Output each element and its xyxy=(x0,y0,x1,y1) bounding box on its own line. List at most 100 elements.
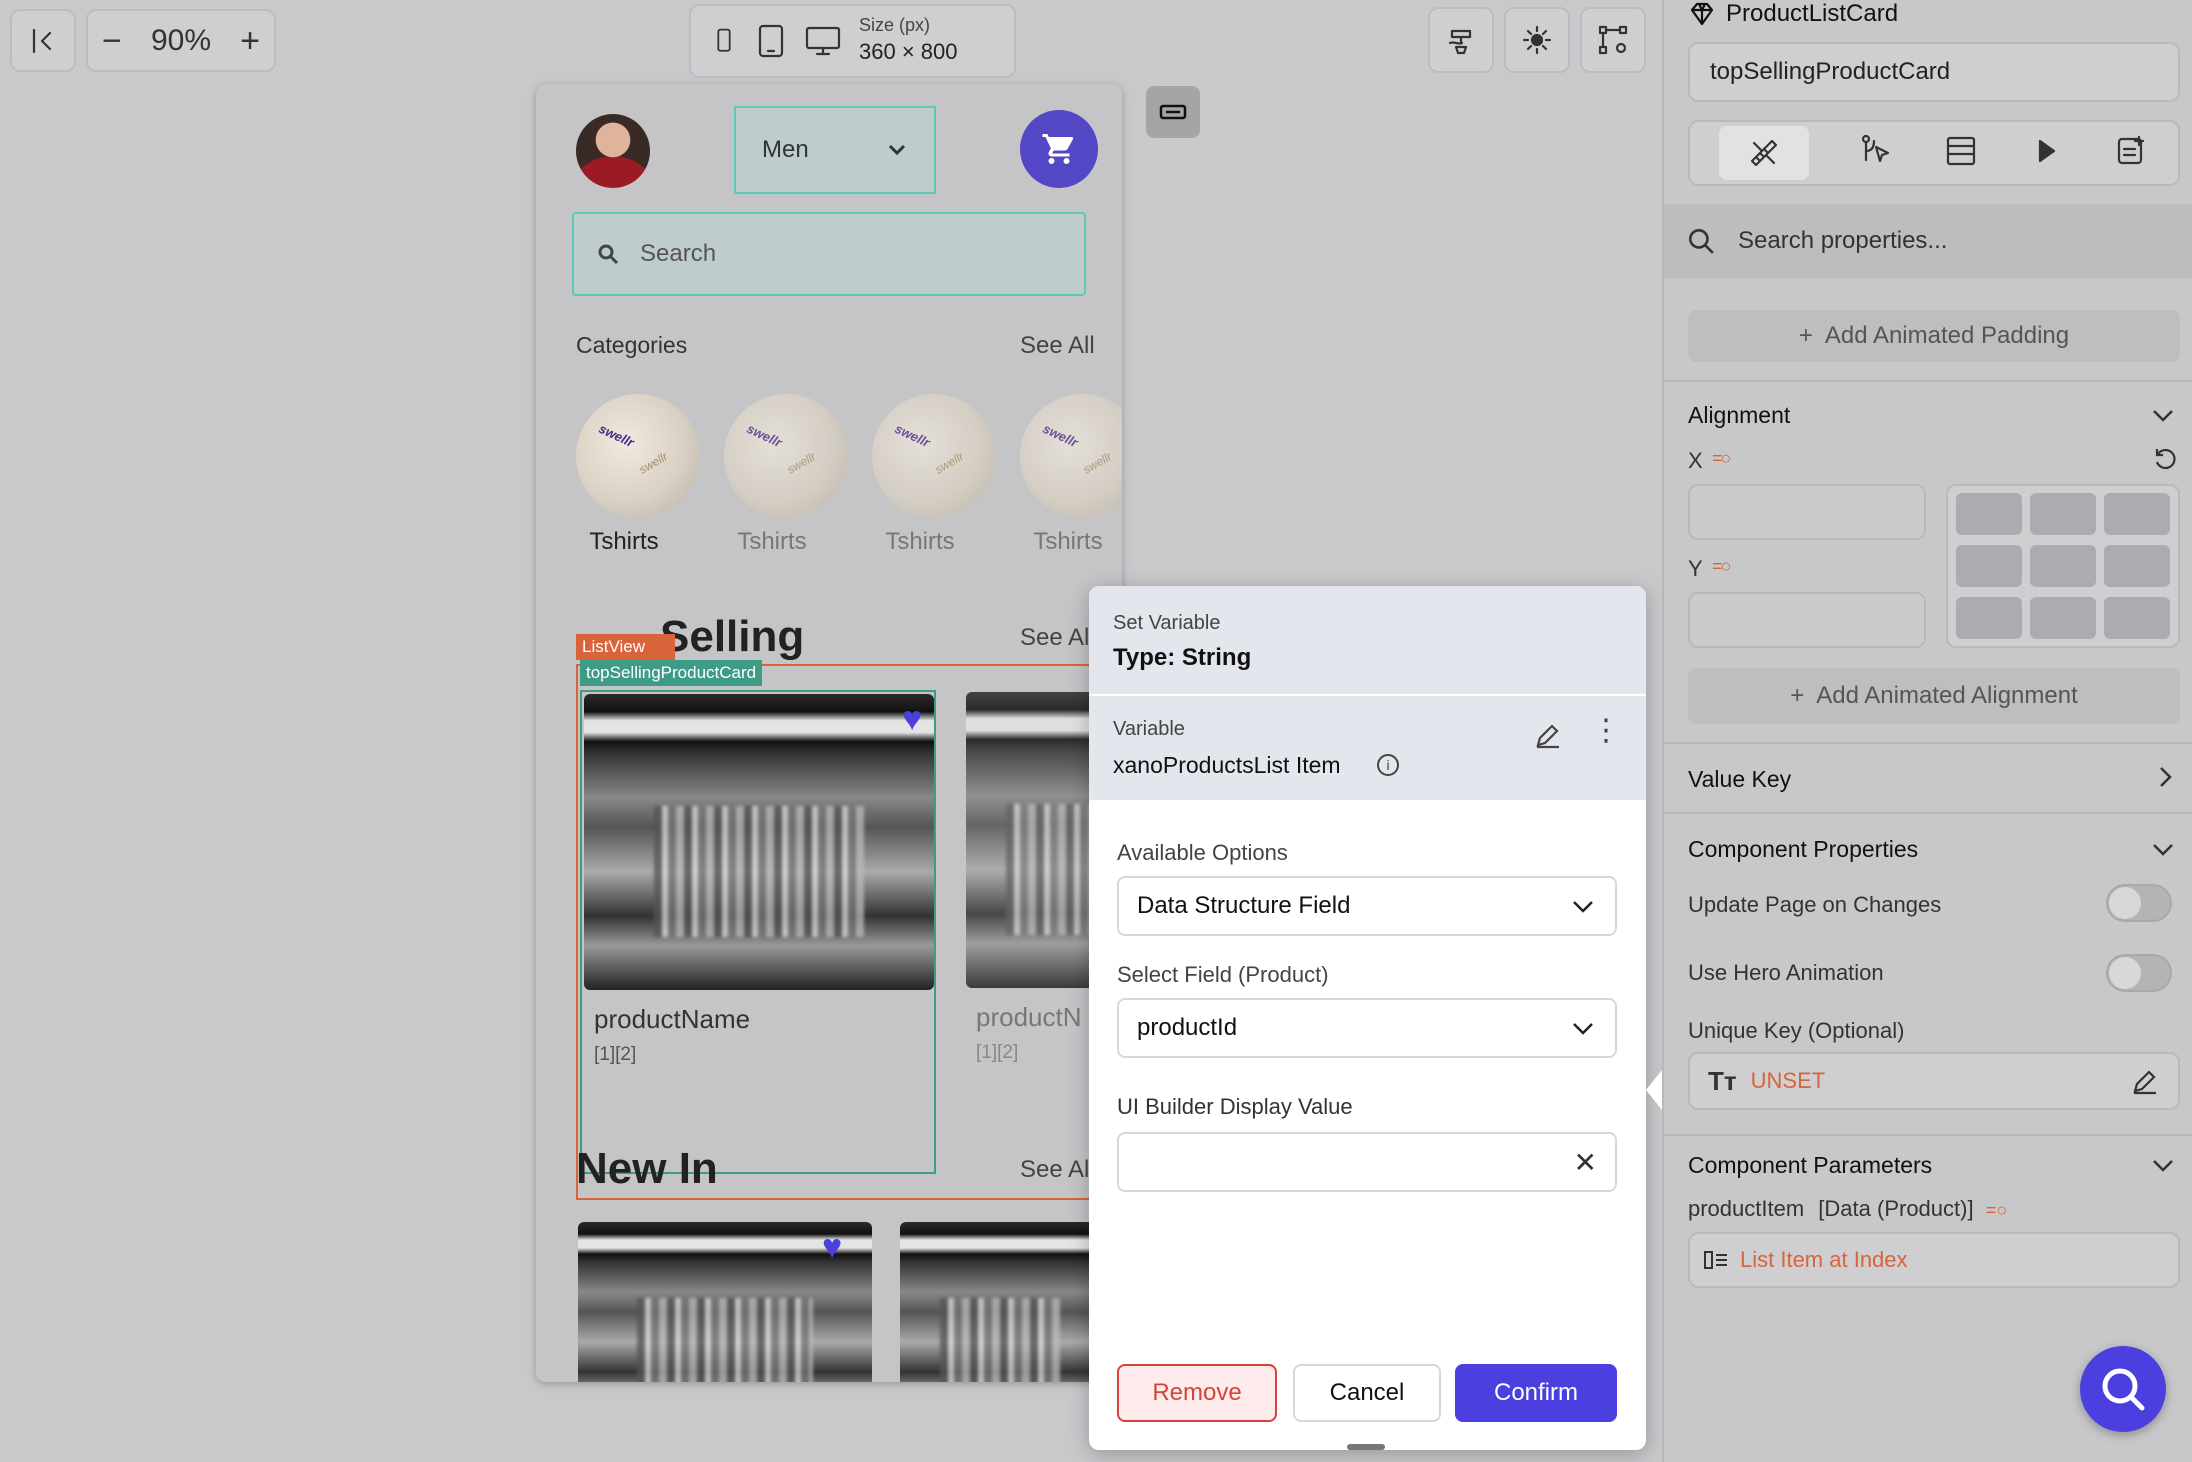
param-type: [Data (Product)] xyxy=(1818,1196,1974,1221)
theme-toggle-button[interactable] xyxy=(1504,7,1570,73)
text-type-icon: Tт xyxy=(1708,1065,1737,1096)
align-center[interactable] xyxy=(2030,545,2096,587)
widget-toggle-button[interactable] xyxy=(1146,86,1200,138)
zoom-in-button[interactable]: + xyxy=(240,24,260,58)
align-center-right[interactable] xyxy=(2104,545,2170,587)
search-icon xyxy=(2102,1368,2145,1411)
avatar[interactable] xyxy=(576,114,650,188)
tab-design[interactable] xyxy=(1718,126,1809,180)
collapse-sidebar-button[interactable] xyxy=(10,9,76,72)
phone-icon[interactable] xyxy=(711,23,737,59)
tab-actions[interactable] xyxy=(1858,133,1894,174)
value-key-expand-icon[interactable] xyxy=(2152,764,2178,795)
align-top-right[interactable] xyxy=(2104,493,2170,535)
new-in-title: New In xyxy=(576,1144,718,1193)
search-placeholder: Search xyxy=(640,240,717,267)
display-value-input[interactable]: ✕ xyxy=(1117,1132,1617,1192)
edit-icon[interactable] xyxy=(1533,720,1563,750)
variable-label: Variable xyxy=(1113,718,1185,740)
alignment-collapse-icon[interactable] xyxy=(2150,402,2176,433)
category-item[interactable]: swellr swellr xyxy=(1020,394,1122,534)
reset-icon[interactable] xyxy=(2152,446,2178,472)
x-variable-icon[interactable]: =○ xyxy=(1712,448,1731,469)
chevron-down-icon xyxy=(1573,901,1593,913)
update-page-toggle[interactable] xyxy=(2106,884,2172,922)
available-options-select[interactable]: Data Structure Field xyxy=(1117,876,1617,936)
select-field-select[interactable]: productId xyxy=(1117,998,1617,1058)
info-icon[interactable]: i xyxy=(1377,754,1399,776)
size-value[interactable]: 360 × 800 xyxy=(859,36,957,68)
theme-style-button[interactable] xyxy=(1428,7,1494,73)
product-sub: [1][2] xyxy=(594,1044,637,1065)
heart-icon[interactable]: ♥ xyxy=(902,702,922,736)
category-label: Tshirts xyxy=(885,528,955,555)
remove-button[interactable]: Remove xyxy=(1117,1364,1277,1422)
category-item[interactable]: swellr swellr xyxy=(724,394,872,534)
value-key-title[interactable]: Value Key xyxy=(1688,766,1791,793)
zoom-out-button[interactable]: − xyxy=(102,24,122,58)
hero-animation-toggle[interactable] xyxy=(2106,954,2172,992)
tab-data[interactable] xyxy=(1943,133,1979,174)
component-name: ProductListCard xyxy=(1726,0,1899,27)
instance-name-input[interactable]: topSellingProductCard xyxy=(1688,42,2180,102)
available-options-label: Available Options xyxy=(1117,840,1288,865)
align-bottom-center[interactable] xyxy=(2030,597,2096,639)
clear-icon[interactable]: ✕ xyxy=(1574,1146,1597,1179)
align-top-left[interactable] xyxy=(1956,493,2022,535)
add-animated-padding-button[interactable]: + Add Animated Padding xyxy=(1688,310,2180,362)
category-item[interactable]: swellr swellr xyxy=(576,394,724,534)
x-input[interactable] xyxy=(1688,484,1926,540)
align-top-center[interactable] xyxy=(2030,493,2096,535)
y-input[interactable] xyxy=(1688,592,1926,648)
categories-see-all[interactable]: See All xyxy=(1020,332,1095,360)
heart-icon[interactable]: ♥ xyxy=(822,1230,842,1264)
component-properties-collapse-icon[interactable] xyxy=(2150,836,2176,867)
global-search-button[interactable] xyxy=(2080,1346,2166,1432)
align-center-left[interactable] xyxy=(1956,545,2022,587)
add-animated-alignment-button[interactable]: + Add Animated Alignment xyxy=(1688,668,2180,724)
more-options-icon[interactable]: ⋮ xyxy=(1591,716,1621,746)
category-brand-alt: swellr xyxy=(932,449,967,477)
new-in-see-all[interactable]: See Al xyxy=(1020,1156,1089,1184)
unique-key-input[interactable]: Tт UNSET xyxy=(1688,1052,2180,1110)
component-tree-button[interactable] xyxy=(1580,7,1646,73)
property-search[interactable]: Search properties... xyxy=(1664,204,2192,278)
category-brand: swellr xyxy=(744,420,785,451)
align-bottom-left[interactable] xyxy=(1956,597,2022,639)
cart-button[interactable] xyxy=(1020,110,1098,188)
chevron-down-icon xyxy=(2153,844,2173,856)
product-card-selected[interactable]: ♥ productName [1][2] xyxy=(580,690,936,1174)
cancel-button[interactable]: Cancel xyxy=(1293,1364,1441,1422)
device-size-selector: Size (px) 360 × 800 xyxy=(689,4,1016,78)
search-icon xyxy=(598,244,619,265)
brush-icon xyxy=(1448,29,1472,55)
confirm-button[interactable]: Confirm xyxy=(1455,1364,1617,1422)
unique-key-value: UNSET xyxy=(1750,1068,1826,1093)
set-variable-dialog: Set Variable Type: String Variable xanoP… xyxy=(1089,586,1646,1450)
search-icon xyxy=(1689,229,1714,254)
product-card[interactable] xyxy=(900,1222,1100,1382)
categories-title: Categories xyxy=(576,332,688,358)
update-page-label: Update Page on Changes xyxy=(1688,892,1942,917)
search-input[interactable]: Search xyxy=(572,212,1086,296)
edit-icon[interactable] xyxy=(2130,1066,2160,1096)
divider xyxy=(1664,380,2192,382)
drag-handle[interactable] xyxy=(1347,1444,1385,1450)
product-name: productN xyxy=(976,1002,1082,1032)
category-label: Tshirts xyxy=(737,528,807,555)
y-variable-icon[interactable]: =○ xyxy=(1712,556,1731,577)
top-selling-see-all[interactable]: See Al xyxy=(1020,624,1089,652)
gender-dropdown[interactable]: Men xyxy=(734,106,936,194)
tablet-icon[interactable] xyxy=(755,23,787,59)
product-card[interactable]: ♥ xyxy=(578,1222,872,1382)
component-parameters-collapse-icon[interactable] xyxy=(2150,1152,2176,1183)
param-variable-icon[interactable]: =○ xyxy=(1986,1200,2007,1220)
category-item[interactable]: swellr swellr xyxy=(872,394,1020,534)
zoom-level[interactable]: 90% xyxy=(151,24,211,58)
param-value-input[interactable]: List Item at Index xyxy=(1688,1232,2180,1288)
tab-animations[interactable] xyxy=(2028,133,2064,174)
desktop-icon[interactable] xyxy=(805,23,841,59)
y-label: Y xyxy=(1688,556,1703,581)
align-bottom-right[interactable] xyxy=(2104,597,2170,639)
tab-backend-query[interactable] xyxy=(2113,133,2149,174)
